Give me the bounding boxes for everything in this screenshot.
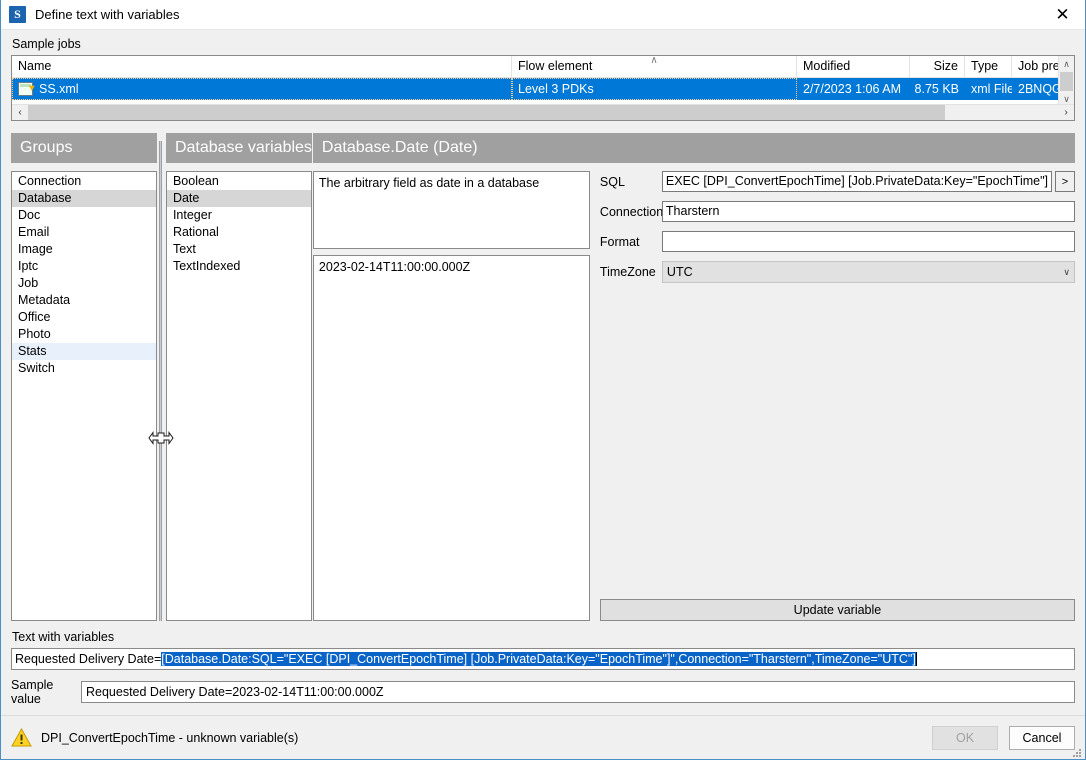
- variable-item-integer[interactable]: Integer: [167, 207, 311, 224]
- scroll-left-icon[interactable]: ‹: [12, 105, 28, 120]
- update-variable-button[interactable]: Update variable: [599, 599, 1075, 621]
- detail-pane: Database.Date (Date) The arbitrary field…: [312, 133, 1075, 621]
- resize-grip[interactable]: [1072, 747, 1082, 757]
- variable-item-textindexed[interactable]: TextIndexed: [167, 258, 311, 275]
- detail-left-column: The arbitrary field as date in a databas…: [312, 171, 590, 621]
- timezone-value: UTC: [666, 265, 693, 279]
- group-item-stats[interactable]: Stats: [12, 343, 156, 360]
- cell-size: 8.75 KB: [914, 82, 959, 96]
- close-icon[interactable]: ✕: [1040, 0, 1085, 30]
- cell-name: SS.xml: [12, 78, 512, 100]
- variables-pane: Database variables Boolean Date Integer …: [165, 133, 312, 621]
- variable-item-date[interactable]: Date: [166, 190, 311, 207]
- dialog-window: Define text with variables ✕ Sample jobs…: [0, 0, 1086, 760]
- variable-item-boolean[interactable]: Boolean: [167, 173, 311, 190]
- variable-sample-value: 2023-02-14T11:00:00.000Z: [312, 255, 590, 621]
- table-header-row: Name Flow element ∧ Modified Size Type J…: [12, 56, 1074, 78]
- main-panes: Groups Connection Database Doc Email Ima…: [11, 133, 1075, 621]
- column-header-flow-element[interactable]: Flow element ∧: [512, 56, 797, 77]
- groups-pane: Groups Connection Database Doc Email Ima…: [11, 133, 157, 621]
- xml-file-icon: [18, 82, 33, 96]
- splitter-bar[interactable]: [159, 141, 163, 621]
- switch-s-icon: [9, 6, 26, 23]
- column-header-type[interactable]: Type: [965, 56, 1012, 77]
- column-header-name[interactable]: Name: [12, 56, 512, 77]
- timezone-field-row: TimeZone UTC ∨: [600, 261, 1075, 283]
- format-input[interactable]: [661, 231, 1075, 252]
- group-item-database[interactable]: Database: [12, 190, 156, 207]
- text-with-variables-input[interactable]: Requested Delivery Date= [Database.Date:S…: [11, 648, 1075, 670]
- hscroll-thumb[interactable]: [28, 105, 945, 120]
- group-item-metadata[interactable]: Metadata: [12, 292, 156, 309]
- group-item-image[interactable]: Image: [12, 241, 156, 258]
- sample-value-output: Requested Delivery Date=2023-02-14T11:00…: [81, 681, 1075, 703]
- hscroll-track[interactable]: [28, 105, 1058, 120]
- connection-input[interactable]: Tharstern: [661, 201, 1075, 222]
- scroll-up-icon[interactable]: ∧: [1059, 56, 1074, 72]
- bottom-section: Text with variables Requested Delivery D…: [11, 630, 1075, 706]
- variable-item-rational[interactable]: Rational: [167, 224, 311, 241]
- sql-input[interactable]: EXEC [DPI_ConvertEpochTime] [Job.Private…: [661, 171, 1052, 192]
- variables-list[interactable]: Boolean Date Integer Rational Text TextI…: [165, 171, 312, 621]
- sql-expand-button[interactable]: >: [1055, 171, 1075, 192]
- chevron-down-icon: ∨: [1063, 267, 1070, 277]
- timezone-select[interactable]: UTC ∨: [661, 261, 1075, 283]
- connection-label: Connection: [599, 204, 664, 219]
- window-title: Define text with variables: [35, 7, 180, 22]
- pane-splitter[interactable]: [148, 141, 174, 621]
- cell-name-text: SS.xml: [39, 82, 79, 96]
- text-with-variables-label: Text with variables: [12, 630, 115, 644]
- table-row[interactable]: SS.xml Level 3 PDKs 2/7/2023 1:06 AM 8.7…: [12, 78, 1074, 100]
- dialog-footer: DPI_ConvertEpochTime - unknown variable(…: [1, 715, 1085, 759]
- timezone-label: TimeZone: [599, 265, 656, 279]
- sql-field-row: SQL EXEC [DPI_ConvertEpochTime] [Job.Pri…: [600, 171, 1075, 192]
- column-header-flow-element-label: Flow element: [518, 59, 593, 73]
- group-item-switch[interactable]: Switch: [12, 360, 156, 377]
- group-item-connection[interactable]: Connection: [12, 173, 156, 190]
- groups-pane-title: Groups: [11, 133, 157, 163]
- column-header-size[interactable]: Size: [910, 56, 965, 77]
- group-item-photo[interactable]: Photo: [12, 326, 156, 343]
- detail-spacer: [600, 292, 1075, 599]
- cell-type: xml File: [971, 82, 1012, 96]
- variables-pane-title: Database variables: [165, 133, 312, 163]
- group-item-iptc[interactable]: Iptc: [12, 258, 156, 275]
- cell-modified: 2/7/2023 1:06 AM: [803, 82, 901, 96]
- table-vertical-scrollbar[interactable]: ∧ ∨: [1058, 56, 1074, 104]
- cancel-button[interactable]: Cancel: [1009, 725, 1075, 750]
- connection-field-row: Connection Tharstern: [600, 201, 1075, 222]
- column-header-modified[interactable]: Modified: [797, 56, 910, 77]
- format-label: Format: [599, 234, 640, 249]
- sample-jobs-table[interactable]: Name Flow element ∧ Modified Size Type J…: [11, 55, 1075, 121]
- detail-body: The arbitrary field as date in a databas…: [312, 171, 1075, 621]
- table-horizontal-scrollbar[interactable]: ‹ ›: [12, 104, 1074, 120]
- warning-message: DPI_ConvertEpochTime - unknown variable(…: [41, 730, 299, 745]
- group-item-doc[interactable]: Doc: [12, 207, 156, 224]
- groups-list[interactable]: Connection Database Doc Email Image Iptc…: [11, 171, 157, 621]
- sample-jobs-label: Sample jobs: [12, 37, 81, 51]
- text-caret: [915, 652, 917, 666]
- title-bar: Define text with variables ✕: [1, 0, 1085, 30]
- group-item-office[interactable]: Office: [12, 309, 156, 326]
- sample-value-row: Sample value Requested Delivery Date=202…: [11, 678, 1075, 706]
- variable-description: The arbitrary field as date in a databas…: [312, 171, 590, 249]
- detail-right-column: SQL EXEC [DPI_ConvertEpochTime] [Job.Pri…: [599, 171, 1075, 621]
- group-item-email[interactable]: Email: [12, 224, 156, 241]
- group-item-job[interactable]: Job: [12, 275, 156, 292]
- cell-flow-element: Level 3 PDKs: [512, 78, 797, 100]
- ok-button[interactable]: OK: [932, 725, 998, 750]
- detail-pane-title: Database.Date (Date): [312, 133, 1075, 163]
- text-with-variables-prefix: Requested Delivery Date=: [15, 652, 162, 666]
- format-field-row: Format: [600, 231, 1075, 252]
- sort-ascending-icon: ∧: [650, 56, 658, 66]
- dialog-content: Sample jobs Name Flow element ∧ Modified…: [1, 37, 1085, 706]
- scroll-right-icon[interactable]: ›: [1058, 105, 1074, 120]
- sql-label: SQL: [599, 174, 625, 189]
- variable-item-text[interactable]: Text: [167, 241, 311, 258]
- text-with-variables-selection: [Database.Date:SQL="EXEC [DPI_ConvertEpo…: [161, 652, 916, 666]
- warning-triangle-icon: [11, 728, 32, 747]
- sample-value-label: Sample value: [11, 678, 54, 706]
- vscroll-thumb[interactable]: [1060, 72, 1073, 91]
